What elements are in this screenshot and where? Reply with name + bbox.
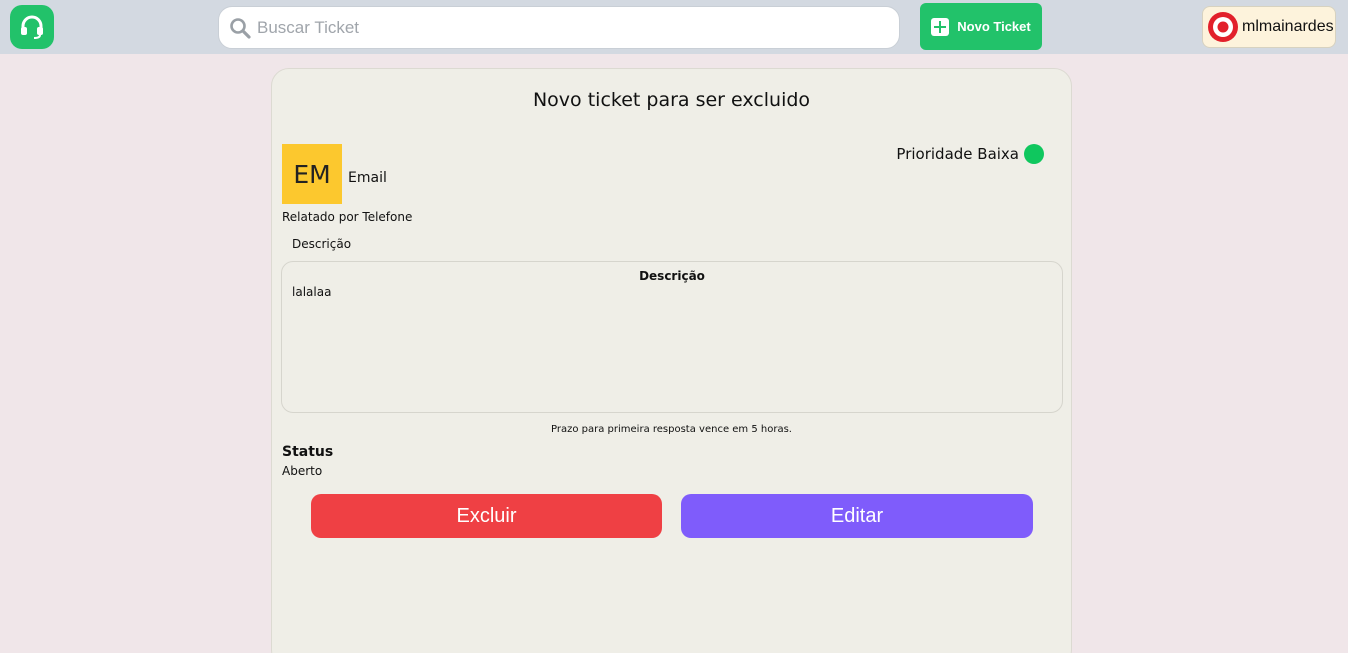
headset-icon [21,15,43,39]
ticket-channel: Email [348,170,387,186]
edit-button[interactable]: Editar [681,494,1033,538]
new-ticket-button[interactable]: Novo Ticket [920,3,1042,50]
description-text: lalalaa [292,285,332,299]
description-label: Descrição [292,237,352,251]
username: mlmainardes [1242,18,1334,35]
plus-square-icon [931,17,950,36]
search-input[interactable] [257,17,857,38]
description-box-title: Descrição [639,269,705,283]
ticket-title: Novo ticket para ser excluido [532,89,811,111]
top-bar: Novo Ticket mlmainardes [0,0,1348,54]
search-icon [230,17,251,39]
channel-avatar: EM [282,144,342,204]
priority-indicator: Prioridade Baixa [896,144,1044,164]
status-label: Status [282,444,334,460]
priority-label: Prioridade Baixa [896,145,1019,163]
description-box: Descrição lalalaa [281,261,1063,413]
user-menu[interactable]: mlmainardes [1202,6,1336,48]
home-logo-button[interactable] [10,5,54,49]
new-ticket-label: Novo Ticket [957,19,1031,34]
target-avatar-icon [1208,12,1238,42]
search-bar[interactable] [218,6,900,49]
delete-button[interactable]: Excluir [311,494,662,538]
status-value: Aberto [282,464,323,478]
reported-by: Relatado por Telefone [282,210,413,224]
response-deadline: Prazo para primeira resposta vence em 5 … [551,424,792,435]
priority-dot-icon [1024,144,1044,164]
ticket-card: Novo ticket para ser excluido EM Email P… [271,68,1072,653]
